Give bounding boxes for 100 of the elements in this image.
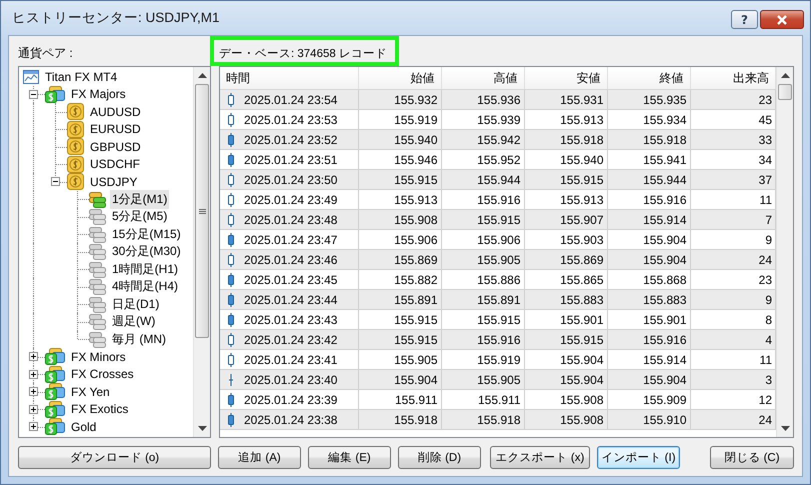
table-cell: 155.932 bbox=[358, 90, 441, 110]
table-cell: 24 bbox=[690, 410, 776, 430]
table-cell: 155.940 bbox=[358, 130, 441, 150]
database-icon bbox=[89, 226, 106, 243]
dialog-button[interactable]: 追加 (A) bbox=[218, 446, 301, 468]
database-icon bbox=[89, 278, 106, 296]
table-cell: 2025.01.24 23:54 bbox=[244, 92, 338, 106]
tree-item[interactable]: 15分足(M15) bbox=[110, 224, 183, 244]
scroll-thumb[interactable] bbox=[195, 84, 209, 338]
scroll-down-icon[interactable] bbox=[198, 426, 206, 431]
tree-item[interactable]: Titan FX MT4 bbox=[43, 68, 120, 85]
tree-item[interactable]: 30分足(M30) bbox=[110, 242, 183, 262]
expander-toggle[interactable] bbox=[29, 404, 38, 414]
table-cell: 155.915 bbox=[358, 170, 441, 190]
column-header[interactable]: 高値 bbox=[441, 67, 524, 90]
coin-icon bbox=[67, 173, 84, 190]
database-icon bbox=[89, 313, 106, 330]
expander-toggle[interactable] bbox=[29, 387, 38, 396]
folder-group-icon bbox=[45, 348, 65, 366]
dialog-button[interactable]: 編集 (E) bbox=[308, 446, 391, 468]
tree-item[interactable]: 日足(D1) bbox=[110, 294, 162, 314]
folder-group-icon bbox=[45, 86, 65, 103]
table-cell: 2025.01.24 23:38 bbox=[244, 412, 338, 426]
database-icon bbox=[89, 296, 106, 313]
table-cell: 155.944 bbox=[607, 170, 690, 190]
column-header[interactable]: 出来高 bbox=[690, 67, 776, 90]
tree-item[interactable]: 1時間足(H1) bbox=[110, 260, 180, 279]
dialog-button[interactable]: 閉じる (C) bbox=[710, 446, 794, 468]
dialog-button[interactable]: エクスポート (x) bbox=[490, 446, 590, 468]
column-header[interactable]: 安値 bbox=[524, 67, 607, 90]
scroll-thumb[interactable] bbox=[778, 84, 792, 100]
scroll-up-icon[interactable] bbox=[780, 73, 790, 78]
scroll-up-icon[interactable] bbox=[198, 73, 206, 78]
tree-item[interactable]: USDCHF bbox=[88, 156, 142, 172]
candle-icon bbox=[227, 232, 235, 246]
table-cell: 155.918 bbox=[441, 410, 524, 430]
tree-item[interactable]: 毎月 (MN) bbox=[110, 330, 168, 349]
database-icon bbox=[89, 260, 106, 278]
table-cell: 2025.01.24 23:44 bbox=[244, 292, 338, 306]
table-cell: 2025.01.24 23:43 bbox=[244, 312, 338, 326]
tree-item[interactable]: USDJPY bbox=[88, 174, 140, 190]
table-cell: 155.915 bbox=[524, 170, 607, 190]
coin-icon bbox=[67, 120, 84, 138]
table-cell: 155.918 bbox=[607, 130, 690, 150]
table-cell: 155.908 bbox=[358, 210, 441, 230]
tree-item[interactable]: 週足(W) bbox=[110, 312, 158, 332]
candle-icon bbox=[227, 192, 235, 206]
table-cell: 155.914 bbox=[607, 210, 690, 230]
expander-toggle[interactable] bbox=[29, 352, 38, 361]
table-cell: 155.905 bbox=[441, 250, 524, 270]
scroll-down-icon[interactable] bbox=[780, 426, 790, 431]
dialog-button[interactable]: ダウンロード (o) bbox=[18, 446, 211, 468]
table-cell: 155.915 bbox=[358, 330, 441, 350]
tree-item[interactable]: FX Exotics bbox=[69, 401, 130, 418]
database-label: デー・ベース: 374658 レコード bbox=[219, 48, 387, 60]
tree-item[interactable]: FX Minors bbox=[69, 348, 128, 365]
table-cell: 2025.01.24 23:46 bbox=[244, 252, 338, 266]
grip-icon bbox=[198, 208, 206, 214]
expander-toggle[interactable] bbox=[29, 90, 38, 98]
scrollbar[interactable] bbox=[776, 67, 793, 437]
database-icon bbox=[89, 208, 106, 226]
pairs-label: 通貨ペア : bbox=[18, 44, 74, 62]
table-cell: 155.869 bbox=[524, 250, 607, 270]
column-header[interactable]: 始値 bbox=[358, 67, 441, 90]
tree-item[interactable]: 1分足(M1) bbox=[110, 190, 170, 209]
table-cell: 24 bbox=[690, 250, 776, 270]
table-cell: 155.891 bbox=[358, 290, 441, 310]
help-button[interactable]: ? bbox=[731, 10, 758, 29]
candle-icon bbox=[227, 272, 235, 286]
tree-item[interactable]: 5分足(M5) bbox=[110, 207, 170, 226]
chart-window-icon bbox=[23, 68, 39, 85]
candle-icon bbox=[227, 212, 235, 226]
candle-icon bbox=[227, 132, 235, 146]
column-header[interactable]: 時間 bbox=[220, 67, 358, 90]
database-icon bbox=[89, 330, 106, 348]
tree-item[interactable]: GBPUSD bbox=[88, 138, 143, 155]
tree-item[interactable]: FX Yen bbox=[69, 384, 112, 400]
column-header[interactable]: 終値 bbox=[607, 67, 690, 90]
candle-icon bbox=[227, 312, 235, 326]
expander-toggle[interactable] bbox=[29, 422, 38, 431]
table-cell: 155.935 bbox=[607, 90, 690, 110]
tree-item[interactable]: FX Crosses bbox=[69, 366, 136, 382]
tree-item[interactable]: EURUSD bbox=[88, 121, 143, 138]
table-cell: 23 bbox=[690, 90, 776, 110]
dialog-button[interactable]: 削除 (D) bbox=[398, 446, 481, 468]
close-button[interactable] bbox=[760, 10, 804, 29]
tree-item[interactable]: 4時間足(H4) bbox=[110, 277, 180, 296]
tree-item[interactable]: Gold bbox=[69, 418, 98, 435]
dialog-button[interactable]: インポート (I) bbox=[597, 446, 680, 468]
tree-item[interactable]: FX Majors bbox=[69, 86, 128, 102]
expander-toggle[interactable] bbox=[51, 177, 60, 186]
table-cell: 155.869 bbox=[358, 250, 441, 270]
table-cell: 155.944 bbox=[441, 170, 524, 190]
expander-toggle[interactable] bbox=[29, 370, 38, 378]
table-cell: 2025.01.24 23:39 bbox=[244, 392, 338, 406]
table-cell: 4 bbox=[690, 330, 776, 350]
candle-icon bbox=[227, 392, 235, 406]
scrollbar[interactable] bbox=[193, 67, 210, 437]
table-cell: 155.918 bbox=[358, 410, 441, 430]
tree-item[interactable]: AUDUSD bbox=[88, 104, 143, 120]
